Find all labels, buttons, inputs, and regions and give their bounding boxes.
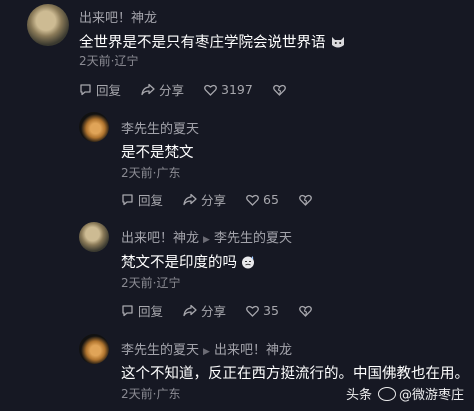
share-label: 分享: [201, 193, 227, 208]
comment-text: 全世界是不是只有枣庄学院会说世界语: [79, 31, 345, 52]
broken-heart-icon: [299, 194, 312, 206]
watermark-lens-icon: [377, 386, 396, 401]
avatar[interactable]: [79, 334, 109, 364]
comment-meta: 2天前·辽宁: [79, 54, 139, 68]
comment-meta: 2天前·辽宁: [121, 276, 181, 290]
comment-meta: 2天前·广东: [121, 387, 181, 401]
comment-actions: 回复 分享 65: [121, 190, 336, 209]
broken-heart-icon: [272, 84, 286, 96]
comment-text: 是不是梵文: [121, 145, 194, 161]
reply-icon: [122, 305, 133, 317]
dislike-button[interactable]: [272, 84, 290, 96]
reply-arrow-icon: ▶: [203, 347, 210, 357]
comment-text: 梵文不是印度的吗: [121, 251, 255, 272]
like-button[interactable]: 65: [246, 192, 279, 207]
comment-meta: 2天前·广东: [121, 166, 181, 180]
avatar[interactable]: [27, 4, 69, 46]
share-icon: [141, 83, 155, 96]
comment-text-content: 全世界是不是只有枣庄学院会说世界语: [79, 35, 326, 51]
avatar[interactable]: [79, 112, 109, 142]
reply-button[interactable]: 回复: [121, 301, 163, 320]
share-icon: [183, 304, 197, 317]
comment-author[interactable]: 李先生的夏天: [121, 118, 199, 137]
reply-label: 回复: [96, 83, 122, 98]
reply-label: 回复: [138, 304, 164, 319]
watermark-brand: 头条: [345, 388, 372, 403]
comment-item: 出来吧！神龙 全世界是不是只有枣庄学院会说世界语 2天前·辽宁 回复 分享 31…: [0, 0, 474, 104]
comment-author[interactable]: 出来吧！神龙: [121, 231, 199, 246]
like-count: 3197: [221, 82, 253, 97]
dislike-button[interactable]: [299, 194, 316, 206]
reply-target[interactable]: 李先生的夏天: [214, 231, 292, 246]
reply-label: 回复: [138, 193, 164, 208]
share-label: 分享: [201, 304, 227, 319]
watermark-account: @微游枣庄: [398, 388, 464, 403]
comment-text: 这个不知道，反正在西方挺流行的。中国佛教也在用。: [121, 366, 469, 382]
like-button[interactable]: 3197: [204, 82, 253, 97]
reply-item: 李先生的夏天 是不是梵文 2天前·广东 回复 分享 65: [0, 108, 474, 210]
heart-icon: [246, 194, 259, 206]
heart-icon: [204, 84, 217, 96]
watermark: 头条 @微游枣庄: [346, 384, 464, 403]
cat-face-emoji-icon: [331, 37, 344, 48]
sweat-face-emoji-icon: [242, 256, 254, 269]
heart-icon: [246, 305, 259, 317]
share-label: 分享: [159, 83, 185, 98]
comment-text-content: 梵文不是印度的吗: [121, 255, 237, 271]
avatar[interactable]: [79, 222, 109, 252]
share-button[interactable]: 分享: [183, 190, 226, 209]
reply-icon: [80, 84, 91, 96]
comment-author[interactable]: 李先生的夏天: [121, 343, 199, 358]
share-icon: [183, 193, 197, 206]
reply-button[interactable]: 回复: [79, 80, 121, 99]
reply-arrow-icon: ▶: [203, 235, 210, 245]
like-count: 65: [263, 192, 279, 207]
like-count: 35: [263, 303, 279, 318]
reply-item: 出来吧！神龙 ▶ 李先生的夏天 梵文不是印度的吗 2天前·辽宁 回复 分享 35: [0, 218, 474, 320]
reply-button[interactable]: 回复: [121, 190, 163, 209]
share-button[interactable]: 分享: [183, 301, 226, 320]
like-button[interactable]: 35: [246, 303, 279, 318]
dislike-button[interactable]: [299, 305, 316, 317]
comment-author-line: 出来吧！神龙 ▶ 李先生的夏天: [121, 227, 292, 246]
comment-actions: 回复 分享 35: [121, 301, 336, 320]
share-button[interactable]: 分享: [141, 80, 184, 99]
reply-icon: [122, 194, 133, 206]
reply-target[interactable]: 出来吧！神龙: [214, 343, 292, 358]
comment-author[interactable]: 出来吧！神龙: [79, 7, 157, 26]
broken-heart-icon: [299, 305, 312, 317]
comment-author-line: 李先生的夏天 ▶ 出来吧！神龙: [121, 339, 292, 358]
comment-actions: 回复 分享 3197: [79, 80, 310, 99]
